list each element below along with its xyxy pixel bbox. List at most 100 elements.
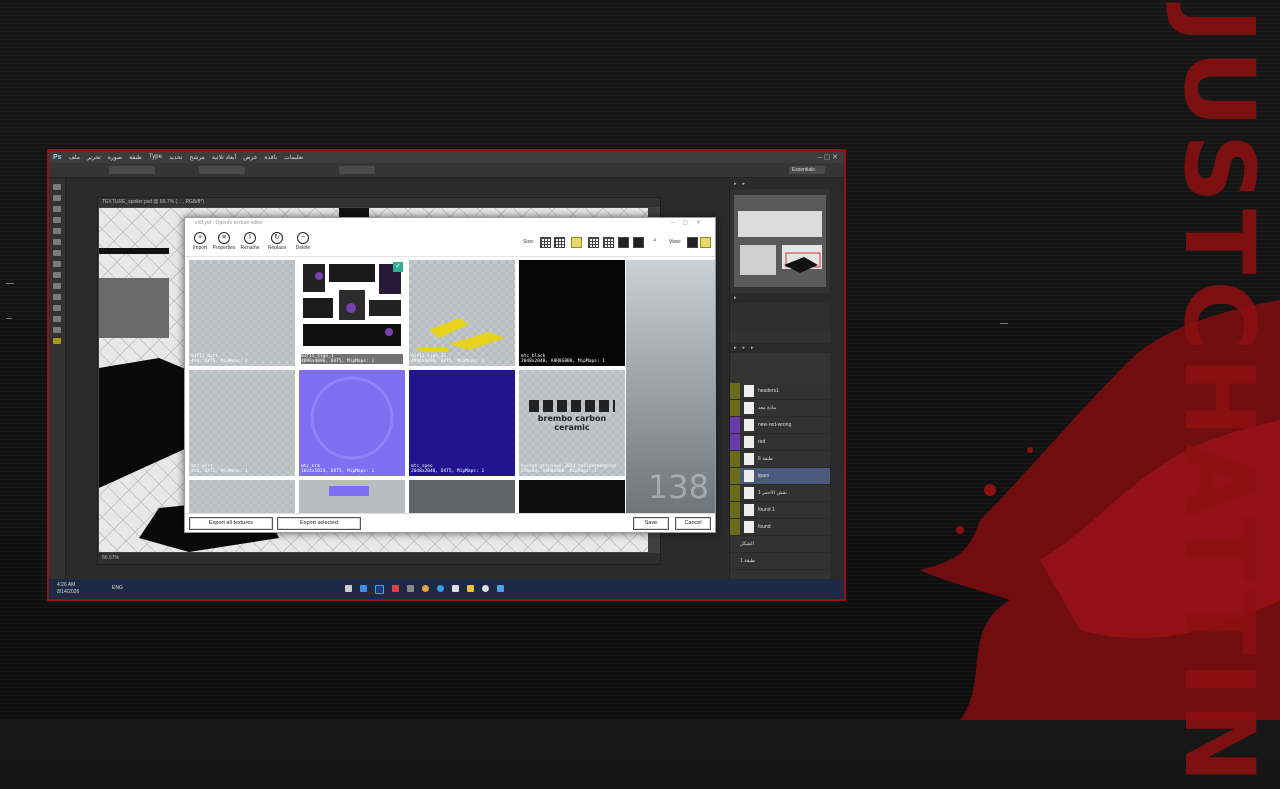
layer-row[interactable]: red xyxy=(730,434,830,451)
wand-tool-icon[interactable] xyxy=(53,217,61,223)
crop-tool-icon[interactable] xyxy=(53,228,61,234)
visibility-icon[interactable] xyxy=(730,553,740,569)
texture-tile[interactable]: m3f15_sign_11 4096x4096, DXT5, MipMaps: 1 xyxy=(409,260,515,366)
cancel-button[interactable]: Cancel xyxy=(675,517,711,530)
layer-row[interactable]: طبقة 6 xyxy=(730,451,830,468)
app-icon[interactable] xyxy=(345,585,352,592)
app-icon[interactable] xyxy=(407,585,414,592)
menu-item[interactable]: طبقة xyxy=(129,154,142,161)
gradient-tool-icon[interactable] xyxy=(53,283,61,289)
export-selected-button[interactable]: Export selected xyxy=(277,517,361,530)
texture-tile[interactable] xyxy=(409,480,515,514)
layer-row[interactable]: found xyxy=(730,519,830,536)
visibility-icon[interactable] xyxy=(730,468,740,484)
brush-tool-icon[interactable] xyxy=(53,250,61,256)
option-chip[interactable] xyxy=(199,166,245,174)
eraser-tool-icon[interactable] xyxy=(53,272,61,278)
chrome-icon[interactable] xyxy=(422,585,429,592)
menu-item[interactable]: نافذة xyxy=(264,154,277,161)
layer-row[interactable]: headers1 xyxy=(730,383,830,400)
visibility-icon[interactable] xyxy=(730,519,740,535)
size-option-icon[interactable] xyxy=(603,237,614,248)
delete-button[interactable]: − Delete xyxy=(290,232,316,251)
window-controls[interactable]: – ▢ ✕ xyxy=(818,153,844,161)
texture-tile[interactable] xyxy=(519,480,625,514)
foreground-color-swatch[interactable] xyxy=(53,338,61,344)
dialog-window-controls[interactable]: –▢✕ xyxy=(671,218,709,228)
menu-item[interactable]: تحرير xyxy=(87,154,101,161)
stamp-tool-icon[interactable] xyxy=(53,261,61,267)
texture-tile[interactable]: m3f15_dirt 4x4, DXT5, MipMaps: 1 xyxy=(189,260,295,366)
texture-tile[interactable]: mtc_spec 2048x2048, DXT5, MipMaps: 1 xyxy=(409,370,515,476)
rename-button[interactable]: I Rename xyxy=(237,232,263,251)
visibility-icon[interactable] xyxy=(730,536,740,552)
eyedropper-tool-icon[interactable] xyxy=(53,239,61,245)
texture-tile[interactable]: mtc_nrm 1024x1024, DXT5, MipMaps: 1 xyxy=(299,370,405,476)
file-explorer-icon[interactable] xyxy=(467,585,474,592)
app-icon[interactable] xyxy=(452,585,459,592)
clock[interactable]: 4:26 AM 8/14/2026 xyxy=(57,582,79,596)
view-list-icon[interactable] xyxy=(687,237,698,248)
zoom-tool-icon[interactable] xyxy=(53,327,61,333)
visibility-icon[interactable] xyxy=(730,451,740,467)
size-option-selected-icon[interactable] xyxy=(571,237,582,248)
layer-row[interactable]: نقش الاحمر 1 xyxy=(730,485,830,502)
layer-row[interactable]: مادة معد xyxy=(730,400,830,417)
menu-item[interactable]: تحديد xyxy=(169,154,183,161)
layer-row[interactable]: new-red-wrong xyxy=(730,417,830,434)
visibility-icon[interactable] xyxy=(730,502,740,518)
texture-tile[interactable]: mtc_black 2048x2048, A8R8G8B8, MipMaps: 1 xyxy=(519,260,625,366)
visibility-icon[interactable] xyxy=(730,383,740,399)
search-icon[interactable] xyxy=(482,585,489,592)
navigator-thumbnail[interactable] xyxy=(734,195,826,287)
texture-tile[interactable]: brembo carbon ceramic nissan_gtrnismo_20… xyxy=(519,370,625,476)
menu-item[interactable]: صورة xyxy=(108,154,122,161)
option-chip[interactable] xyxy=(339,166,375,174)
menu-item[interactable]: أبعاد ثلاثية xyxy=(212,154,236,161)
history-tabs[interactable]: ▸ xyxy=(730,293,830,303)
save-button[interactable]: Save xyxy=(633,517,669,530)
export-all-button[interactable]: Export all textures xyxy=(189,517,273,530)
type-tool-icon[interactable] xyxy=(53,305,61,311)
size-option-icon[interactable] xyxy=(554,237,565,248)
visibility-icon[interactable] xyxy=(730,434,740,450)
layer-row-selected[interactable]: tpars xyxy=(730,468,830,485)
start-icon[interactable] xyxy=(497,585,504,592)
properties-button[interactable]: ≡ Properties xyxy=(211,232,237,251)
app-icon[interactable] xyxy=(392,585,399,592)
visibility-icon[interactable] xyxy=(730,400,740,416)
move-tool-icon[interactable] xyxy=(53,184,61,190)
navigator-tabs[interactable]: ▸ ▸ xyxy=(730,179,830,189)
photoshop-app-icon[interactable] xyxy=(375,585,384,594)
texture-tile[interactable] xyxy=(299,480,405,514)
marquee-tool-icon[interactable] xyxy=(53,195,61,201)
search-icon[interactable]: ⌕ xyxy=(653,237,661,245)
layer-row[interactable]: الشكل xyxy=(730,536,830,553)
texture-tile-selected[interactable]: ✓ m3f15_sign_1 4096x4096, DXT5, MipMaps: … xyxy=(299,260,405,366)
size-option-icon[interactable] xyxy=(540,237,551,248)
pen-tool-icon[interactable] xyxy=(53,294,61,300)
size-option-icon[interactable] xyxy=(588,237,599,248)
view-grid-icon[interactable] xyxy=(700,237,711,248)
menu-item[interactable]: تعليمات xyxy=(284,154,303,161)
language-indicator[interactable]: ENG xyxy=(112,585,123,591)
menu-item[interactable]: ملف xyxy=(69,154,80,161)
visibility-icon[interactable] xyxy=(730,485,740,501)
menu-item[interactable]: مرشح xyxy=(189,154,204,161)
layer-row[interactable]: طبقة 1 xyxy=(730,553,830,570)
menu-item[interactable]: Type xyxy=(149,154,162,160)
option-chip[interactable] xyxy=(109,166,155,174)
workspace-switcher[interactable]: Essentials xyxy=(789,166,825,174)
import-button[interactable]: + Import xyxy=(187,232,213,251)
size-option-icon[interactable] xyxy=(618,237,629,248)
texture-tile[interactable]: mtc_dirt 4x4, DXT5, MipMaps: 1 xyxy=(189,370,295,476)
texture-tile[interactable] xyxy=(189,480,295,514)
lasso-tool-icon[interactable] xyxy=(53,206,61,212)
edge-icon[interactable] xyxy=(437,585,444,592)
layer-row[interactable]: found 1 xyxy=(730,502,830,519)
menu-item[interactable]: عرض xyxy=(243,154,257,161)
hand-tool-icon[interactable] xyxy=(53,316,61,322)
visibility-icon[interactable] xyxy=(730,417,740,433)
replace-button[interactable]: ↻ Replace xyxy=(264,232,290,251)
app-icon[interactable] xyxy=(360,585,367,592)
